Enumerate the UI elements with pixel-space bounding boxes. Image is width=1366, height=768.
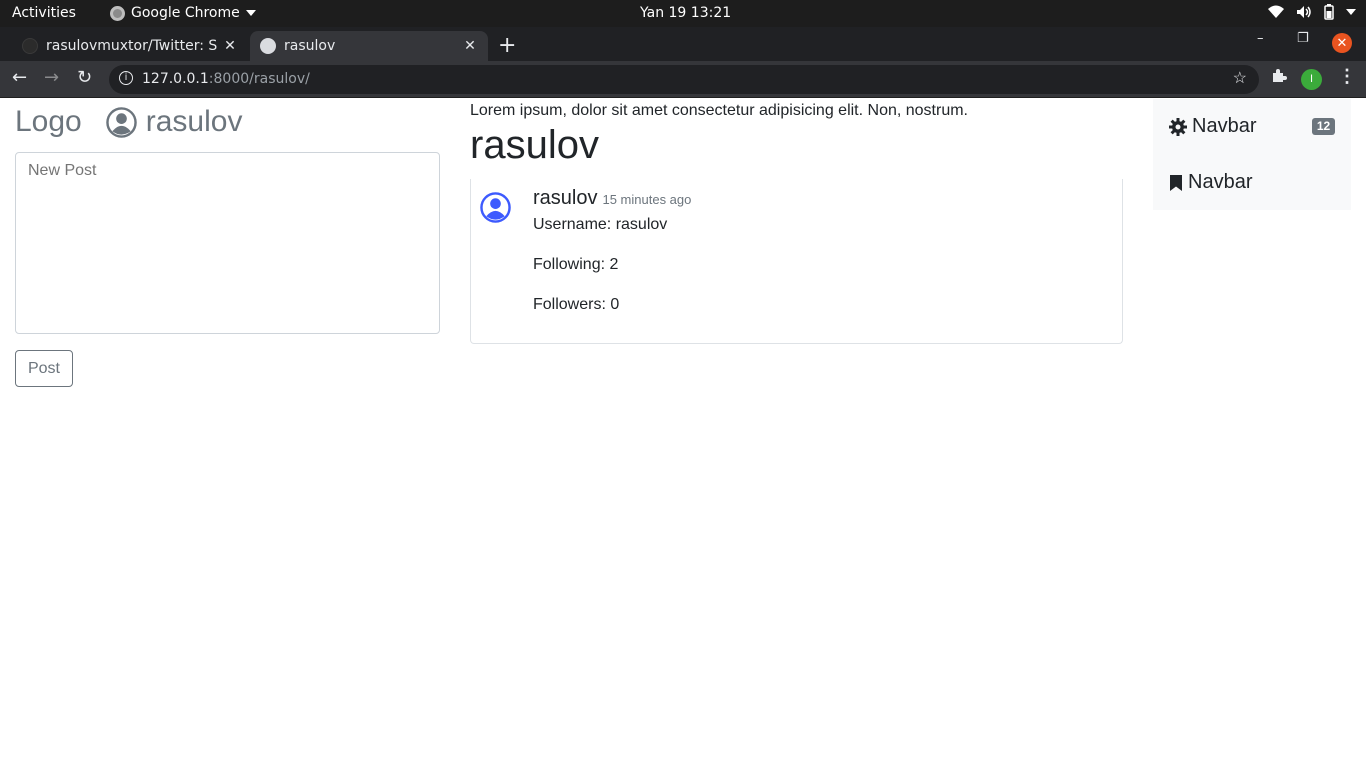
- reload-button[interactable]: ↻: [77, 67, 92, 88]
- system-top-bar: Activities Google Chrome Yan 19 13:21: [0, 0, 1366, 27]
- intro-text: Lorem ipsum, dolor sit amet consectetur …: [470, 102, 968, 119]
- browser-toolbar: ← → ↻ i 127.0.0.1:8000/rasulov/ ☆ I ⋮: [0, 61, 1366, 98]
- followers-line: Followers: 0: [533, 296, 620, 313]
- side-navbar: Navbar 12 Navbar: [1153, 99, 1351, 210]
- battery-icon: [1324, 4, 1334, 20]
- card-header: rasulov 15 minutes ago: [533, 187, 691, 210]
- logo-link[interactable]: Logo: [15, 105, 82, 139]
- chevron-down-icon: [1346, 9, 1356, 15]
- card-timestamp: 15 minutes ago: [602, 192, 692, 207]
- tab-title: rasulov: [284, 38, 336, 54]
- extensions-icon[interactable]: [1271, 67, 1287, 83]
- web-page: Logo rasulov Post Lorem ipsum, dolor sit…: [0, 99, 1366, 768]
- close-tab-icon[interactable]: ✕: [460, 38, 480, 54]
- sidenav-item-settings[interactable]: Navbar: [1169, 115, 1256, 138]
- profile-card: rasulov 15 minutes ago Username: rasulov…: [470, 179, 1123, 344]
- sidenav-label: Navbar: [1188, 171, 1253, 193]
- following-line: Following: 2: [533, 256, 619, 273]
- card-username: rasulov: [533, 187, 598, 209]
- back-button[interactable]: ←: [12, 67, 27, 88]
- forward-button[interactable]: →: [44, 67, 59, 88]
- tab-title: rasulovmuxtor/Twitter: S: [46, 38, 218, 54]
- sidenav-label: Navbar: [1192, 115, 1257, 137]
- globe-icon: [260, 38, 276, 54]
- restore-button[interactable]: ❐: [1297, 31, 1309, 46]
- url-text[interactable]: 127.0.0.1:8000/rasulov/: [142, 71, 310, 87]
- window-close-button[interactable]: ✕: [1332, 33, 1352, 53]
- chrome-icon: [110, 5, 125, 21]
- system-tray[interactable]: [1268, 4, 1356, 20]
- avatar-icon: [480, 192, 511, 223]
- app-menu[interactable]: Google Chrome: [110, 5, 256, 21]
- new-tab-button[interactable]: +: [498, 33, 516, 58]
- activities-button[interactable]: Activities: [12, 5, 76, 21]
- user-circle-icon: [105, 106, 137, 138]
- tab-github[interactable]: rasulovmuxtor/Twitter: S ✕: [12, 31, 248, 61]
- count-badge: 12: [1312, 118, 1335, 135]
- app-name: Google Chrome: [131, 5, 240, 21]
- bookmark-icon: [1170, 174, 1182, 191]
- post-button[interactable]: Post: [15, 350, 73, 387]
- minimize-button[interactable]: –: [1257, 31, 1264, 46]
- page-title: rasulov: [470, 123, 599, 167]
- username-line: Username: rasulov: [533, 216, 668, 233]
- tab-rasulov[interactable]: rasulov ✕: [250, 31, 488, 61]
- tab-strip: rasulovmuxtor/Twitter: S ✕ rasulov ✕ + –…: [0, 27, 1366, 61]
- profile-link[interactable]: rasulov: [146, 105, 243, 139]
- close-tab-icon[interactable]: ✕: [220, 38, 240, 54]
- profile-avatar[interactable]: I: [1301, 69, 1322, 90]
- gear-icon: [1169, 117, 1187, 136]
- chevron-down-icon: [245, 10, 256, 16]
- brand-header: Logo rasulov: [15, 105, 242, 139]
- menu-icon[interactable]: ⋮: [1338, 66, 1356, 87]
- github-icon: [22, 38, 38, 54]
- info-icon[interactable]: i: [119, 71, 133, 85]
- address-bar[interactable]: i 127.0.0.1:8000/rasulov/ ☆: [109, 65, 1259, 94]
- new-post-textarea[interactable]: [15, 152, 440, 334]
- clock[interactable]: Yan 19 13:21: [640, 5, 731, 21]
- wifi-icon: [1268, 5, 1284, 18]
- volume-icon: [1297, 6, 1311, 18]
- bookmark-star-icon[interactable]: ☆: [1233, 68, 1247, 88]
- sidenav-item-bookmarks[interactable]: Navbar: [1169, 171, 1252, 194]
